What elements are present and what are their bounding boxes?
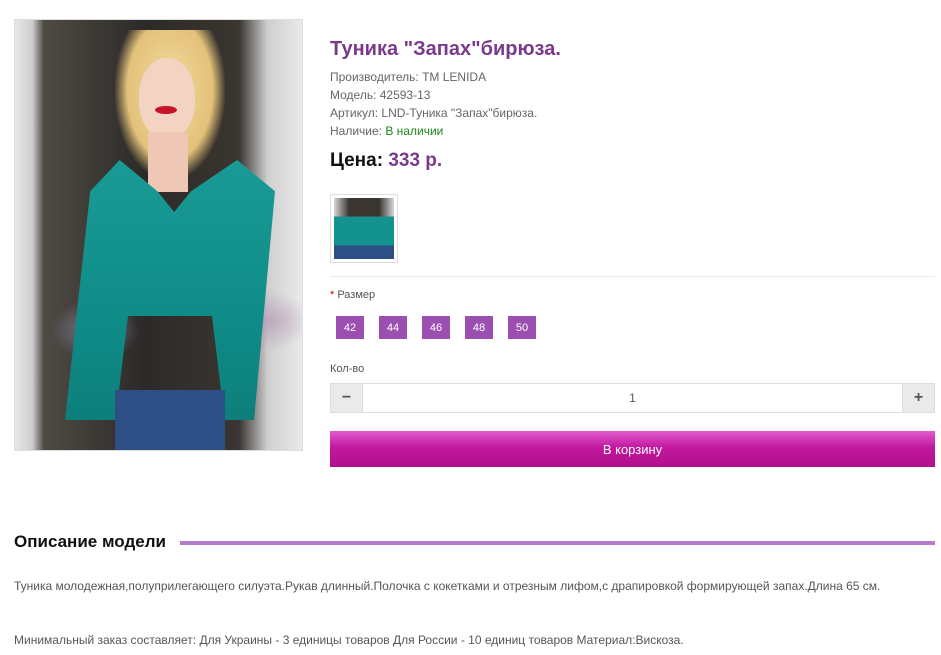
size-option-42[interactable]: 42 xyxy=(336,316,364,339)
size-option-48[interactable]: 48 xyxy=(465,316,493,339)
availability-label: Наличие: xyxy=(330,124,386,138)
product-thumbnail[interactable] xyxy=(330,194,398,263)
quantity-increase-button[interactable]: + xyxy=(903,384,934,412)
size-option-46[interactable]: 46 xyxy=(422,316,450,339)
price-label: Цена: xyxy=(330,150,389,171)
size-label: * Размер xyxy=(330,289,375,301)
photo-jeans xyxy=(115,390,225,450)
product-model: Модель: 42593-13 xyxy=(330,88,431,102)
photo-neck xyxy=(148,132,188,192)
product-availability: Наличие: В наличии xyxy=(330,124,443,138)
availability-value: В наличии xyxy=(385,124,444,138)
quantity-decrease-button[interactable]: − xyxy=(331,384,362,412)
description-min-order: Минимальный заказ составляет: Для Украин… xyxy=(14,633,684,647)
thumbnail-image xyxy=(334,198,394,259)
size-option-50[interactable]: 50 xyxy=(508,316,536,339)
product-price: Цена: 333 р. xyxy=(330,150,442,172)
description-text: Туника молодежная,полуприлегающего силуэ… xyxy=(14,579,881,593)
size-options: 42 44 46 48 50 xyxy=(336,316,536,339)
photo-face xyxy=(139,58,195,138)
quantity-label: Кол-во xyxy=(330,363,365,375)
description-underline xyxy=(180,541,935,545)
product-title: Туника "Запах"бирюза. xyxy=(330,38,561,60)
description-heading: Описание модели xyxy=(14,532,166,552)
price-value: 333 р. xyxy=(388,150,443,171)
add-to-cart-button[interactable]: В корзину xyxy=(330,431,935,467)
size-label-text: Размер xyxy=(334,289,376,301)
size-option-44[interactable]: 44 xyxy=(379,316,407,339)
product-manufacturer: Производитель: TM LENIDA xyxy=(330,70,487,84)
quantity-input[interactable]: 1 xyxy=(362,384,903,412)
photo-lips xyxy=(155,106,177,114)
product-main-image[interactable] xyxy=(14,19,303,451)
photo-tunic xyxy=(65,160,275,420)
quantity-stepper: − 1 + xyxy=(330,383,935,413)
divider xyxy=(330,276,935,277)
product-sku: Артикул: LND-Туника "Запах"бирюза. xyxy=(330,106,538,120)
product-photo xyxy=(15,20,302,450)
